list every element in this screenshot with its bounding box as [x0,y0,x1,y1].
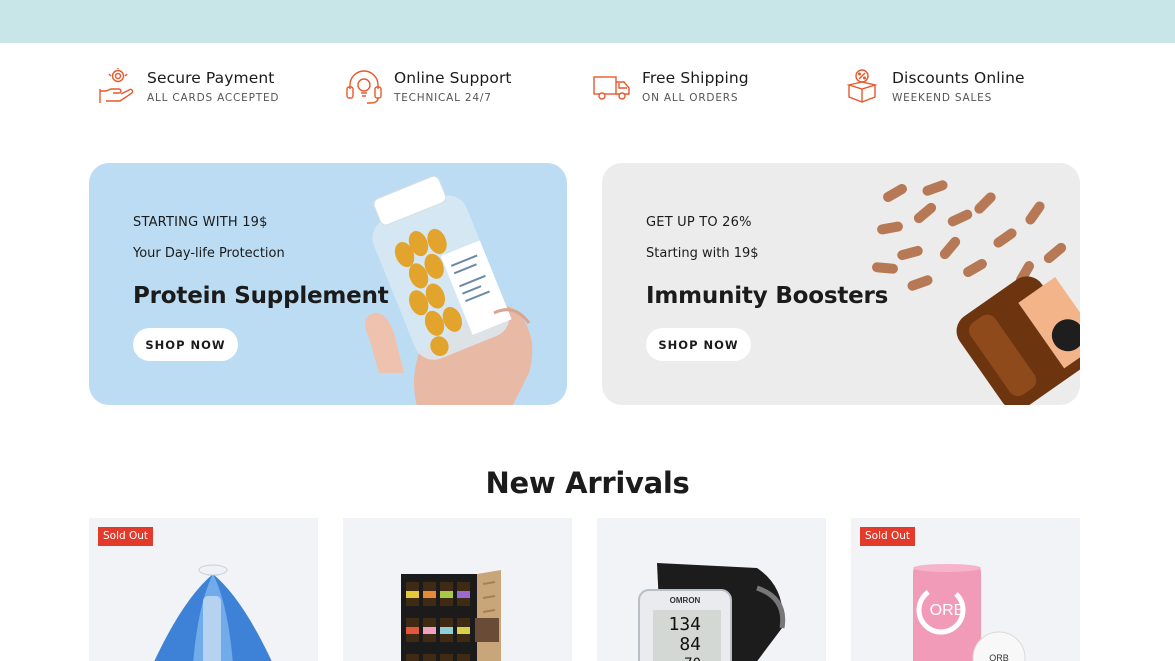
feature-online-support: Online Support TECHNICAL 24/7 [344,63,512,109]
hand-coin-icon [97,66,137,106]
feature-subtitle: TECHNICAL 24/7 [394,91,492,104]
feature-title: Discounts Online [892,68,1025,87]
banner-heading: Immunity Boosters [646,283,889,309]
shop-now-button[interactable]: SHOP NOW [646,328,751,361]
banner-protein-supplement[interactable]: STARTING WITH 19$ Your Day-life Protecti… [89,163,567,405]
product-card[interactable]: ORB ORB Sold Out [851,518,1080,661]
banner-immunity-boosters[interactable]: GET UP TO 26% Starting with 19$ Immunity… [602,163,1080,405]
product-card[interactable]: Sold Out [89,518,318,661]
feature-free-shipping: Free Shipping ON ALL ORDERS [592,63,749,109]
feature-subtitle: ON ALL ORDERS [642,91,739,104]
product-card[interactable] [343,518,572,661]
monitor-brand-label: OMRON [670,596,701,605]
feature-title: Secure Payment [147,68,275,87]
blood-pressure-monitor-image: OMRON 134 84 70 [638,563,786,661]
feature-title: Online Support [394,68,512,87]
feature-secure-payment: Secure Payment ALL CARDS ACCEPTED [97,63,279,109]
headset-icon [344,66,384,106]
banner-subtitle: Starting with 19$ [646,246,759,261]
sold-out-badge: Sold Out [98,527,154,546]
essential-oils-box-image [401,570,501,661]
feature-discounts-online: Discounts Online WEEKEND SALES [842,63,1025,109]
shop-now-button[interactable]: SHOP NOW [133,328,238,361]
banner-heading: Protein Supplement [133,283,389,309]
orb-label: ORB [930,602,965,619]
pulse-value: 70 [684,656,701,661]
orb-lid-label: ORB [989,653,1009,661]
banner-subtitle: Your Day-life Protection [133,246,285,261]
sold-out-badge: Sold Out [860,527,916,546]
banner-pre-text: STARTING WITH 19$ [133,215,268,230]
diastolic-value: 84 [679,634,701,655]
feature-subtitle: ALL CARDS ACCEPTED [147,91,280,104]
gift-box-icon [842,66,882,106]
top-bar [0,0,1175,43]
feature-title: Free Shipping [642,68,749,87]
banner-pre-text: GET UP TO 26% [646,215,752,230]
systolic-value: 134 [668,614,701,635]
features-strip: Secure Payment ALL CARDS ACCEPTED Online… [0,43,1175,163]
feature-subtitle: WEEKEND SALES [892,91,993,104]
section-title: New Arrivals [485,466,690,500]
product-card[interactable]: OMRON 134 84 70 [597,518,826,661]
truck-icon [592,66,632,106]
